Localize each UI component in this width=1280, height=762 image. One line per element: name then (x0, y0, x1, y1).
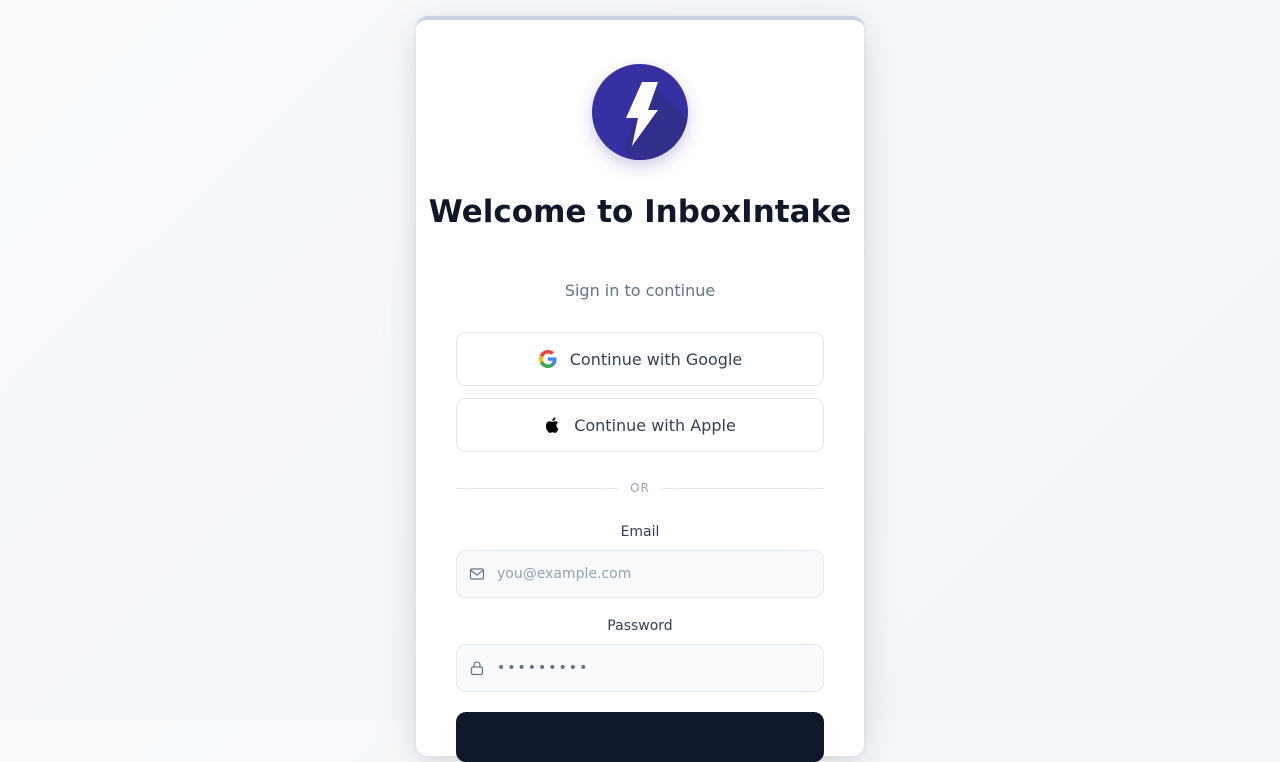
continue-with-google-label: Continue with Google (569, 349, 743, 369)
lightning-bolt-icon (592, 64, 688, 160)
lock-icon (469, 660, 485, 676)
email-label: Email (620, 524, 660, 540)
continue-with-apple-label: Continue with Apple (574, 415, 736, 435)
mail-icon (469, 566, 485, 582)
password-label: Password (607, 618, 673, 634)
login-card: Welcome to InboxIntake Sign in to contin… (416, 16, 864, 762)
or-divider: OR (456, 478, 825, 498)
email-field-container[interactable] (456, 550, 824, 598)
password-input[interactable] (497, 660, 817, 676)
continue-with-apple-button[interactable]: Continue with Apple (456, 398, 824, 452)
divider-line-left (456, 487, 619, 489)
password-field-container[interactable] (456, 644, 824, 692)
divider-label: OR (630, 481, 650, 495)
page-subtitle: Sign in to continue (564, 281, 716, 300)
email-input[interactable] (497, 566, 817, 582)
continue-with-google-button[interactable]: Continue with Google (456, 332, 824, 386)
page-title: Welcome to InboxIntake (428, 194, 852, 230)
google-icon (538, 350, 557, 368)
apple-icon (546, 417, 559, 433)
divider-line-right (661, 487, 825, 489)
